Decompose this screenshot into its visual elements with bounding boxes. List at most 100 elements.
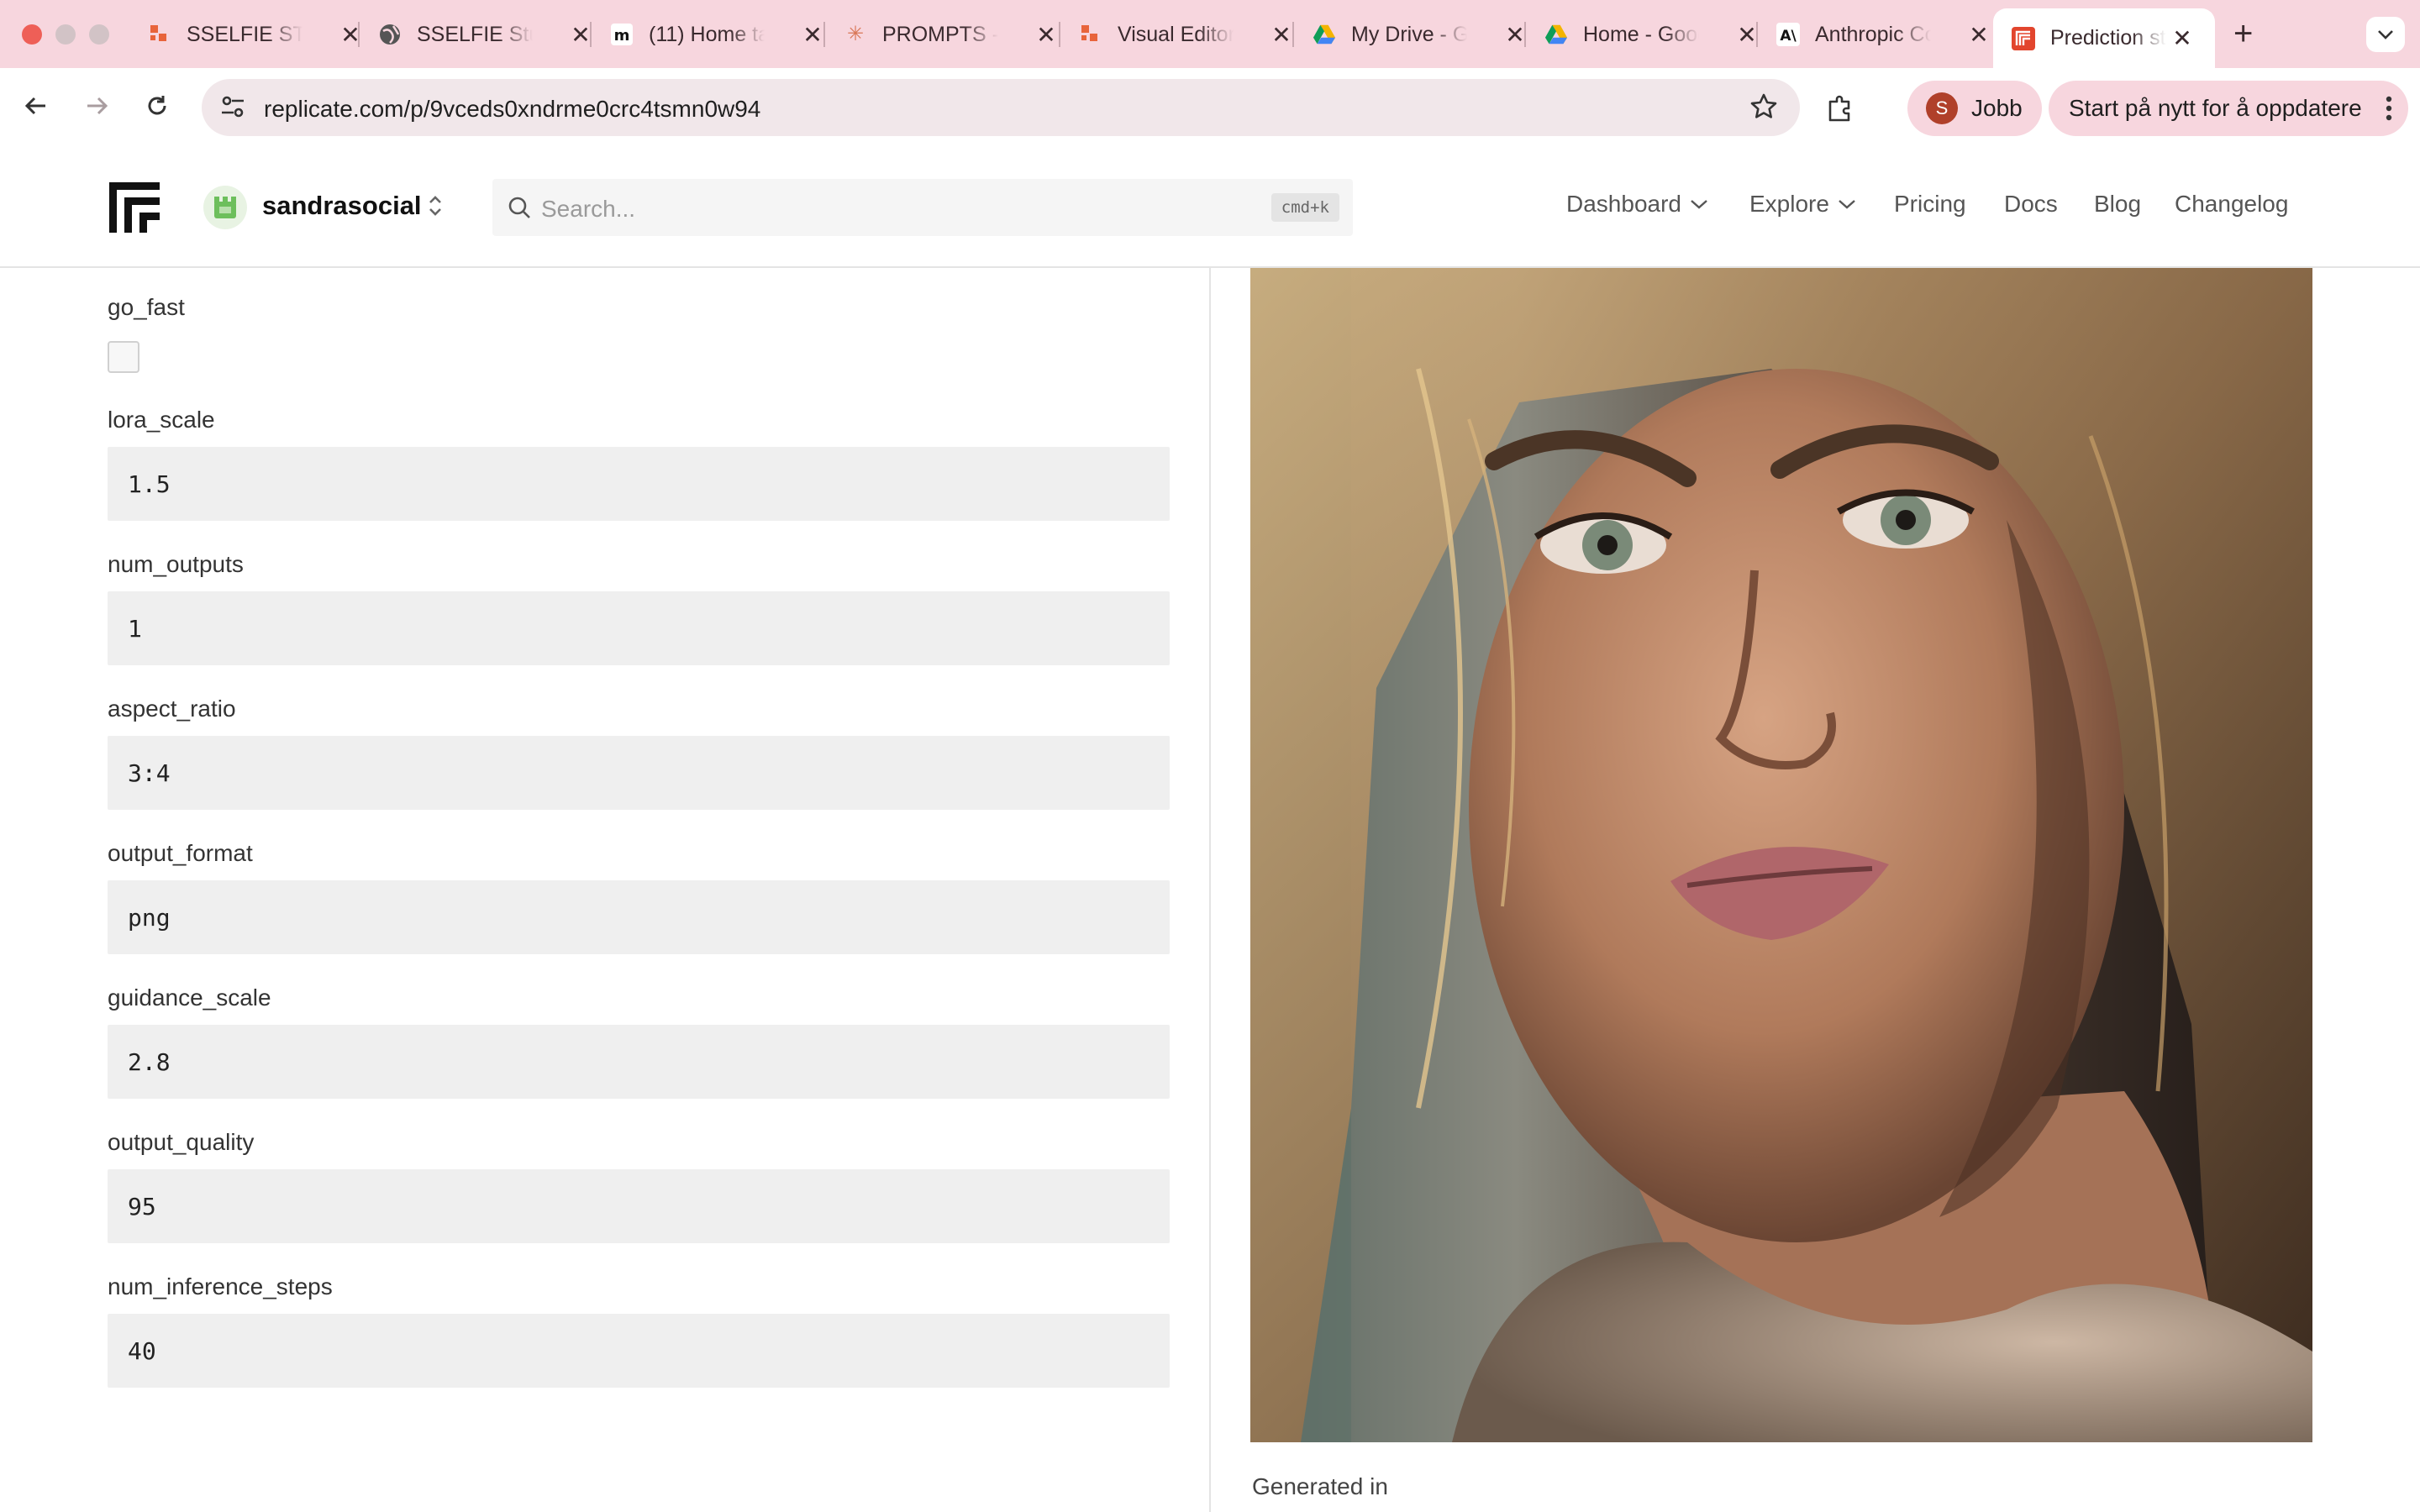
browser-tab[interactable]: A\ Anthropic Console ✕ — [1776, 13, 1993, 55]
browser-tab[interactable]: My Drive - Google Drive ✕ — [1313, 13, 1529, 55]
reload-button[interactable] — [136, 85, 178, 127]
portrait-photo — [1250, 268, 2312, 1442]
aspect-ratio-label: aspect_ratio — [108, 696, 236, 722]
column-divider — [1209, 268, 1211, 1512]
svg-text:A\: A\ — [1780, 28, 1797, 45]
replicate-orange-icon — [1079, 23, 1102, 46]
num-outputs-field[interactable]: 1 — [108, 591, 1170, 665]
profile-name: Jobb — [1971, 95, 2023, 121]
close-tab-icon[interactable]: ✕ — [1269, 21, 1294, 49]
account-avatar-icon[interactable] — [203, 186, 247, 229]
output-image[interactable] — [1250, 268, 2312, 1442]
aspect-ratio-field[interactable]: 3:4 — [108, 736, 1170, 810]
go-fast-checkbox[interactable] — [108, 341, 139, 373]
back-button[interactable] — [15, 85, 57, 127]
browser-tab[interactable]: m (11) Home tab ✕ — [610, 13, 827, 55]
close-tab-icon[interactable]: ✕ — [1966, 21, 1991, 49]
tab-title: Anthropic Console — [1815, 22, 1931, 46]
num-inference-steps-label: num_inference_steps — [108, 1273, 333, 1299]
replicate-logo-icon — [2012, 26, 2035, 50]
nav-changelog-label: Changelog — [2175, 191, 2289, 217]
browser-tab[interactable]: Home - Google Drive ✕ — [1544, 13, 1761, 55]
num-inference-steps-field[interactable]: 40 — [108, 1314, 1170, 1388]
nav-pricing[interactable]: Pricing — [1894, 191, 1966, 218]
tab-search-button[interactable] — [2366, 17, 2405, 52]
svg-text:m: m — [614, 27, 630, 45]
address-bar[interactable]: replicate.com/p/9vceds0xndrme0crc4tsmn0w… — [202, 79, 1800, 136]
output-quality-label: output_quality — [108, 1129, 255, 1155]
go-fast-label: go_fast — [108, 294, 185, 320]
account-name[interactable]: sandrasocial — [262, 191, 422, 221]
profile-button[interactable]: S Jobb — [1907, 81, 2042, 136]
lora-scale-label: lora_scale — [108, 407, 215, 433]
monday-icon: m — [610, 23, 634, 46]
google-drive-icon — [1313, 23, 1336, 46]
nav-dashboard[interactable]: Dashboard — [1566, 191, 1708, 218]
site-settings-icon[interactable] — [218, 92, 247, 125]
num-outputs-label: num_outputs — [108, 551, 244, 577]
browser-tab[interactable]: SSELFIE STUDIO ✕ — [148, 13, 365, 55]
extensions-puzzle-icon[interactable] — [1825, 93, 1855, 128]
nav-dashboard-label: Dashboard — [1566, 191, 1681, 217]
chevron-down-icon — [1691, 200, 1707, 209]
tab-separator — [1756, 22, 1758, 47]
avatar: S — [1926, 92, 1958, 124]
arrow-left-icon — [24, 97, 45, 115]
output-format-label: output_format — [108, 840, 253, 866]
nav-explore-label: Explore — [1749, 191, 1829, 217]
google-drive-icon — [1544, 23, 1568, 46]
tab-title: Home - Google Drive — [1583, 22, 1699, 46]
browser-tab[interactable]: Visual Editor ✕ — [1079, 13, 1296, 55]
lora-scale-field[interactable]: 1.5 — [108, 447, 1170, 521]
tab-title: SSELFIE STUDIO — [187, 22, 302, 46]
search-shortcut-badge: cmd+k — [1270, 193, 1339, 222]
arrow-right-icon — [87, 97, 108, 115]
search-input[interactable]: Search... cmd+k — [492, 179, 1353, 236]
output-format-field[interactable]: png — [108, 880, 1170, 954]
browser-tab-active[interactable]: Prediction status ✕ — [1993, 8, 2215, 68]
output-quality-field[interactable]: 95 — [108, 1169, 1170, 1243]
replicate-logo-icon[interactable] — [106, 179, 161, 234]
replicate-orange-icon — [148, 23, 171, 46]
nav-blog[interactable]: Blog — [2094, 191, 2141, 218]
update-label: Start på nytt for å oppdatere — [2069, 95, 2362, 121]
tab-separator — [590, 22, 592, 47]
nav-docs-label: Docs — [2004, 191, 2058, 217]
zoom-window-button[interactable] — [89, 24, 109, 45]
generated-in-label: Generated in — [1252, 1473, 1388, 1499]
chevron-updown-icon[interactable] — [427, 192, 444, 219]
url-text: replicate.com/p/9vceds0xndrme0crc4tsmn0w… — [264, 96, 761, 122]
restart-to-update-button[interactable]: Start på nytt for å oppdatere — [2049, 81, 2408, 136]
globe-icon — [378, 23, 402, 46]
tab-title: SSELFIE Studio — [417, 22, 533, 46]
nav-docs[interactable]: Docs — [2004, 191, 2058, 218]
browser-tab[interactable]: SSELFIE Studio ✕ — [378, 13, 595, 55]
close-window-button[interactable] — [22, 24, 42, 45]
reload-icon — [148, 96, 166, 115]
tab-title: PROMPTS - Claude — [882, 22, 998, 46]
minimize-window-button[interactable] — [55, 24, 76, 45]
new-tab-button[interactable]: + — [2233, 15, 2253, 53]
tab-title: My Drive - Google Drive — [1351, 22, 1467, 46]
tab-separator — [1524, 22, 1526, 47]
tab-separator — [358, 22, 360, 47]
search-icon — [508, 197, 530, 218]
nav-explore[interactable]: Explore — [1749, 191, 1856, 218]
guidance-scale-field[interactable]: 2.8 — [108, 1025, 1170, 1099]
tab-separator — [1059, 22, 1060, 47]
close-tab-icon[interactable]: ✕ — [1034, 21, 1059, 49]
close-tab-icon[interactable]: ✕ — [800, 21, 825, 49]
kebab-menu-icon[interactable] — [2385, 94, 2393, 127]
forward-button[interactable] — [76, 85, 118, 127]
guidance-scale-label: guidance_scale — [108, 984, 271, 1011]
bookmark-star-icon[interactable] — [1749, 92, 1778, 125]
close-tab-icon[interactable]: ✕ — [2170, 24, 2195, 52]
tab-title: (11) Home tab — [649, 22, 765, 46]
nav-changelog[interactable]: Changelog — [2175, 191, 2288, 218]
browser-tab[interactable]: ✳ PROMPTS - Claude ✕ — [844, 13, 1060, 55]
anthropic-icon: A\ — [1776, 23, 1800, 46]
tab-separator — [823, 22, 825, 47]
browser-toolbar: replicate.com/p/9vceds0xndrme0crc4tsmn0w… — [0, 68, 2420, 147]
nav-blog-label: Blog — [2094, 191, 2142, 217]
search-placeholder: Search... — [541, 196, 636, 222]
